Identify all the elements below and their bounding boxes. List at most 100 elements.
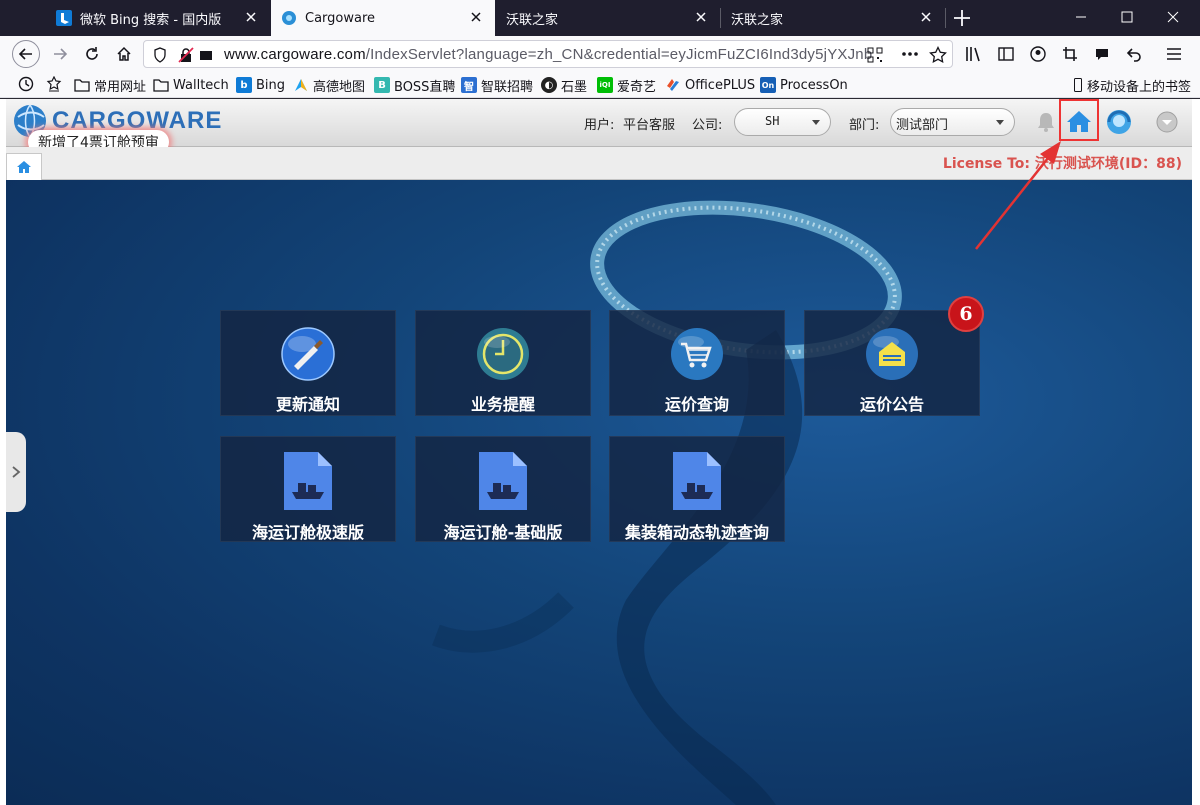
bell-icon[interactable]	[1036, 111, 1056, 133]
tile-label: 业务提醒	[470, 395, 535, 414]
ship-doc-icon	[667, 451, 727, 511]
back-button[interactable]	[12, 40, 40, 68]
library-icon	[966, 47, 980, 62]
tile-label: 集装箱动态轨迹查询	[624, 523, 769, 542]
tile-sea-booking-express[interactable]: 海运订舱极速版	[220, 436, 396, 542]
tile-label: 海运订舱-基础版	[443, 523, 563, 542]
sidebar-toggle[interactable]	[6, 432, 26, 512]
clock-icon	[473, 325, 533, 383]
bookmark-shimo[interactable]: ◐ 石墨	[541, 75, 587, 95]
close-icon[interactable]	[469, 10, 483, 24]
processon-icon: On	[760, 77, 776, 93]
screenshot-button[interactable]	[1058, 42, 1082, 66]
maximize-icon	[1121, 11, 1133, 23]
annotation-arrow	[975, 141, 1061, 250]
url-host: www.cargoware.com	[224, 46, 366, 63]
bookmark-iqiyi[interactable]: iQI 爱奇艺	[597, 75, 656, 95]
bookmark-boss[interactable]: B BOSS直聘	[374, 75, 455, 95]
bookmark-amap[interactable]: 高德地图	[293, 75, 365, 95]
folder-icon	[153, 77, 169, 93]
minimize-icon	[1076, 16, 1086, 18]
cargoware-icon	[281, 10, 297, 26]
arrow-right-icon	[54, 48, 68, 60]
library-button[interactable]	[962, 42, 986, 66]
hamburger-menu-icon	[1167, 48, 1181, 60]
shield-icon[interactable]	[153, 47, 167, 63]
tab-wolian-2[interactable]: 沃联之家	[721, 0, 945, 36]
bookmark-label: 智联招聘	[481, 79, 534, 95]
chat-button[interactable]	[1090, 42, 1114, 66]
bookmark-officeplus[interactable]: OfficePLUS	[665, 75, 755, 95]
sidebar-button[interactable]	[994, 42, 1018, 66]
close-icon	[1167, 11, 1179, 23]
minimize-button[interactable]	[1058, 0, 1104, 34]
account-icon	[1030, 46, 1046, 62]
account-button[interactable]	[1026, 42, 1050, 66]
tile-label: 海运订舱极速版	[251, 523, 364, 542]
more-actions-icon[interactable]	[901, 51, 919, 57]
department-label: 部门:	[849, 118, 880, 133]
reload-button[interactable]	[80, 42, 104, 66]
ship-doc-icon	[473, 451, 533, 511]
insecure-lock-icon[interactable]	[178, 47, 194, 63]
permissions-icon[interactable]	[199, 48, 213, 62]
browser-tab-strip: 微软 Bing 搜索 - 国内版 Cargoware 沃联之家 沃联之家	[0, 0, 1200, 36]
zhaopin-icon: 智	[461, 77, 477, 93]
maximize-button[interactable]	[1104, 0, 1150, 34]
menu-button[interactable]	[1162, 42, 1186, 66]
tab-bing[interactable]: 微软 Bing 搜索 - 国内版	[46, 0, 270, 36]
tile-business-reminder[interactable]: 业务提醒	[415, 310, 591, 416]
tab-title: 微软 Bing 搜索 - 国内版	[80, 12, 222, 28]
amap-icon	[293, 77, 309, 93]
bookmark-bing[interactable]: b Bing	[236, 75, 285, 95]
window-close-button[interactable]	[1150, 0, 1196, 34]
tile-container-tracking[interactable]: 集装箱动态轨迹查询	[609, 436, 785, 542]
tab-wolian-1[interactable]: 沃联之家	[496, 0, 720, 36]
support-agent-icon[interactable]	[1105, 108, 1133, 136]
chevron-right-icon	[12, 466, 21, 478]
tab-title: 沃联之家	[731, 12, 784, 28]
tile-label: 运价查询	[664, 395, 729, 414]
close-icon[interactable]	[694, 10, 708, 24]
tile-update-notice[interactable]: 更新通知	[220, 310, 396, 416]
address-bar[interactable]: www.cargoware.com/IndexServlet?language=…	[143, 40, 953, 68]
url-path: /IndexServlet?language=zh_CN&credential=…	[365, 46, 873, 63]
tile-freight-query[interactable]: 运价查询	[609, 310, 785, 416]
company-select[interactable]: SH	[734, 108, 831, 136]
department-select[interactable]: 测试部门	[890, 108, 1015, 136]
bookmarks-toolbar: 常用网址 Walltech b Bing 高德地图 B BOSS直聘 智 智联招…	[0, 72, 1200, 98]
qr-code-icon[interactable]	[867, 47, 883, 63]
dropdown-circle-icon[interactable]	[1155, 110, 1179, 134]
close-icon[interactable]	[244, 10, 258, 24]
highlight-box	[1059, 99, 1099, 141]
history-clock-icon[interactable]	[18, 76, 34, 92]
mobile-bookmarks[interactable]: 移动设备上的书签	[1073, 75, 1191, 95]
notification-count-badge[interactable]: 6	[948, 296, 984, 332]
home-tab[interactable]	[6, 153, 42, 180]
bookmark-processon[interactable]: On ProcessOn	[760, 75, 848, 95]
bookmark-walltech[interactable]: Walltech	[153, 75, 229, 95]
chevron-down-icon	[996, 120, 1004, 125]
bookmark-label: 移动设备上的书签	[1087, 79, 1192, 95]
tab-cargoware[interactable]: Cargoware	[271, 0, 495, 36]
user-name: 平台客服	[623, 118, 676, 133]
bookmark-label: 石墨	[561, 79, 588, 95]
undo-button[interactable]	[1122, 42, 1146, 66]
bookmark-star-icon[interactable]	[929, 46, 947, 64]
home-icon	[17, 161, 31, 173]
boss-icon: B	[374, 77, 390, 93]
star-list-icon[interactable]	[46, 76, 62, 92]
cart-icon	[667, 325, 727, 383]
bookmark-zhaopin[interactable]: 智 智联招聘	[461, 75, 533, 95]
tile-sea-booking-basic[interactable]: 海运订舱-基础版	[415, 436, 591, 542]
company-label: 公司:	[692, 118, 723, 133]
bookmark-label: 爱奇艺	[617, 79, 657, 95]
close-icon[interactable]	[919, 10, 933, 24]
mobile-phone-icon	[1073, 77, 1083, 93]
url-text[interactable]: www.cargoware.com/IndexServlet?language=…	[224, 46, 872, 63]
iqiyi-icon: iQI	[597, 77, 613, 93]
new-tab-plus-icon[interactable]	[950, 6, 974, 30]
forward-button[interactable]	[48, 42, 72, 66]
bookmark-common[interactable]: 常用网址	[74, 75, 146, 95]
home-button[interactable]	[112, 42, 136, 66]
